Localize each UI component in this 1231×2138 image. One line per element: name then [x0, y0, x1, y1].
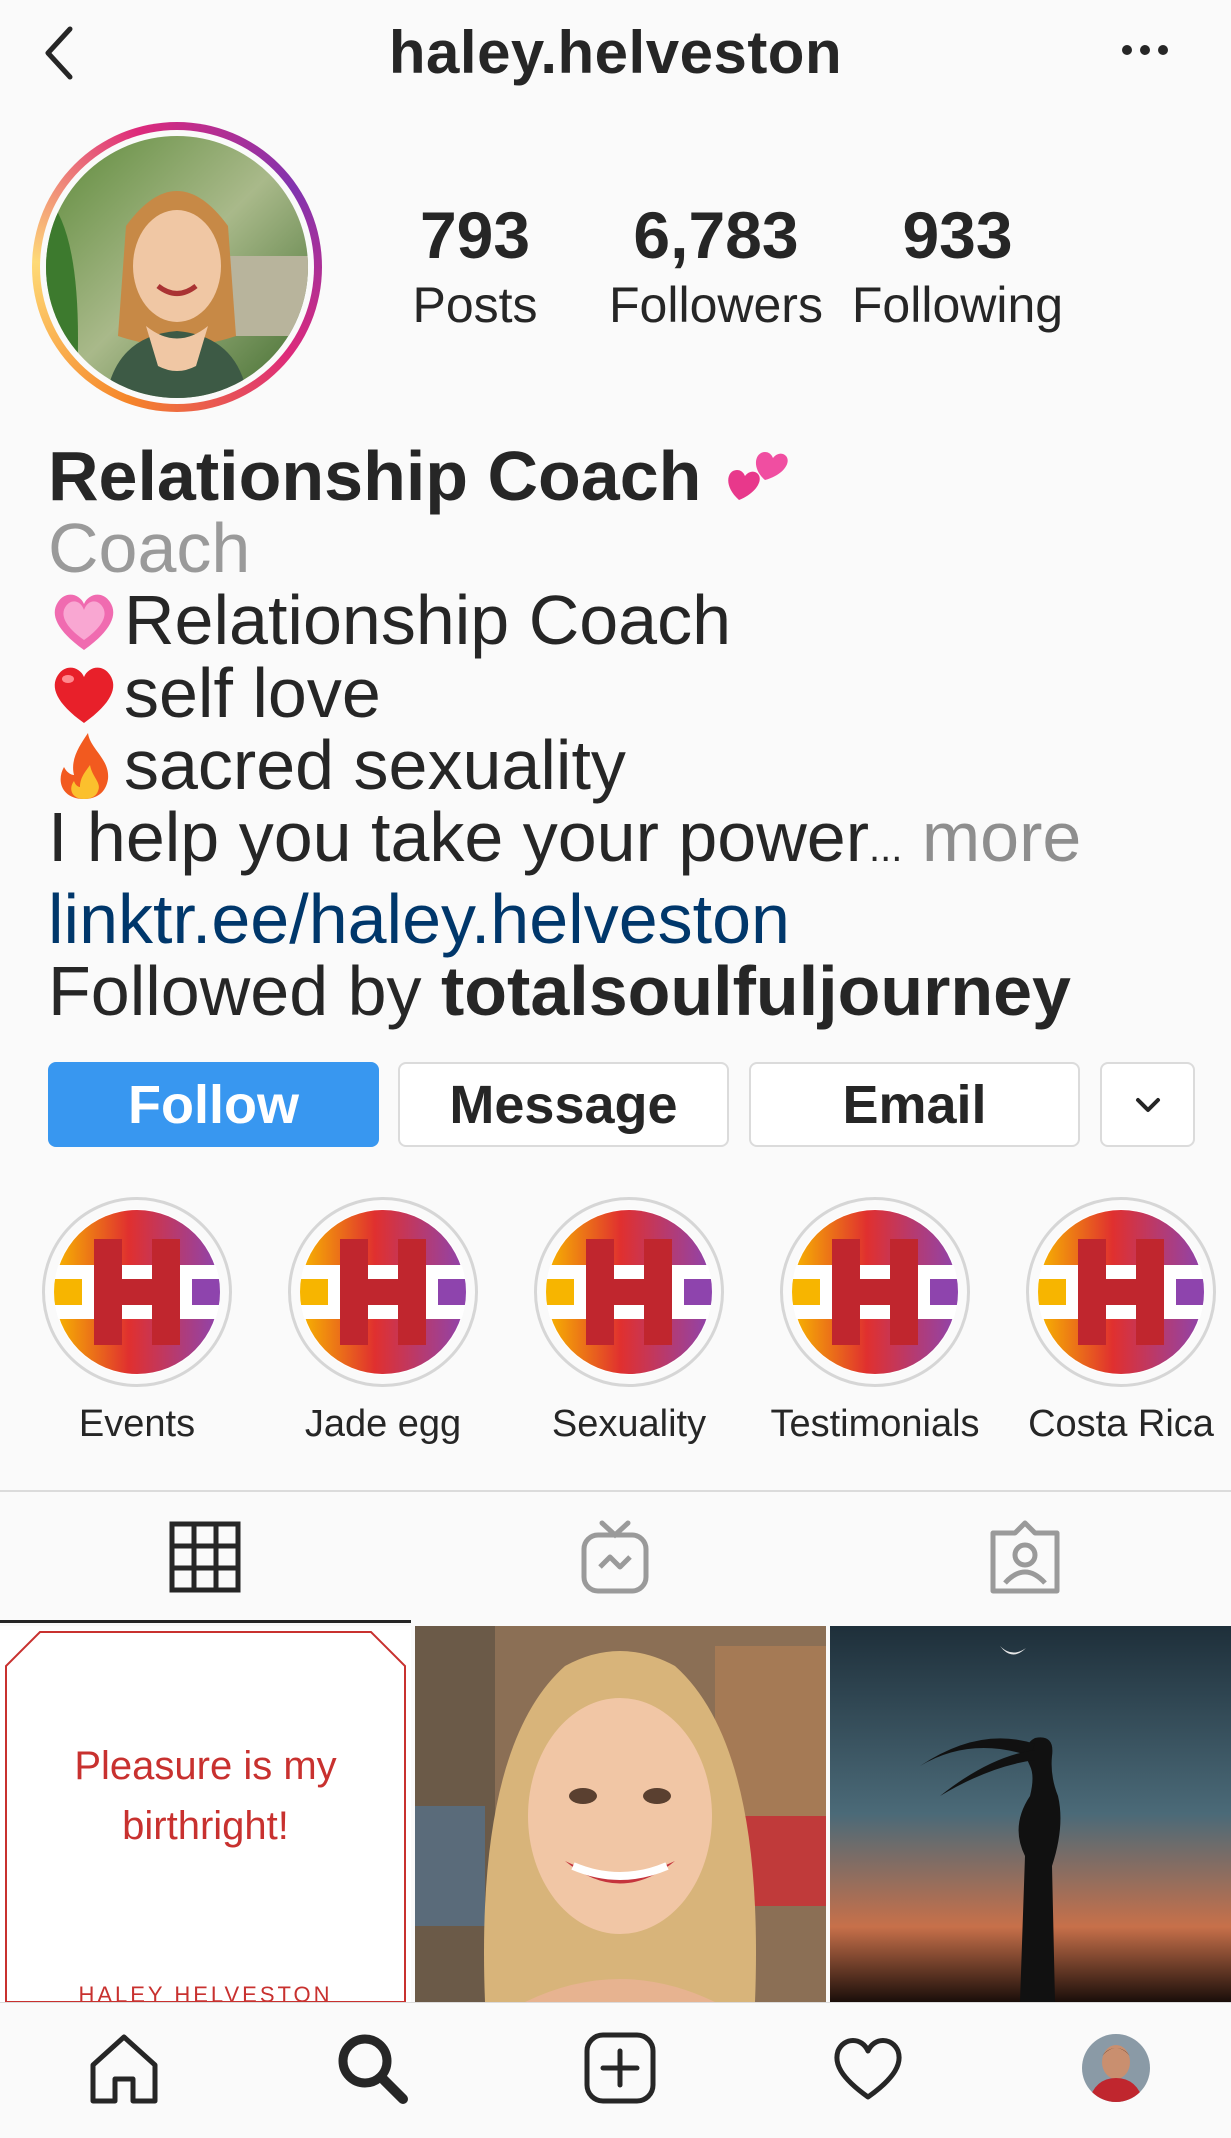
bio-truncated-text: I help you take your power — [48, 797, 870, 876]
highlight-label: Events — [78, 1403, 196, 1445]
highlight-label: Testimonials — [770, 1403, 980, 1445]
post-quote-line-2: birthright! — [122, 1804, 289, 1848]
highlight-label: Jade egg — [304, 1403, 462, 1445]
profile-bio: Relationship Coach Coach Relationship Co… — [48, 440, 1198, 1027]
message-button[interactable]: Message — [398, 1062, 729, 1147]
new-post-icon — [584, 2032, 656, 2104]
nav-new-post[interactable] — [570, 2018, 670, 2118]
red-heart-icon — [54, 667, 114, 723]
two-hearts-icon — [728, 452, 788, 500]
post-quote-line-1: Pleasure is my — [74, 1744, 337, 1788]
followed-by-user: totalsoulfuljourney — [440, 951, 1071, 1030]
chevron-down-icon — [1135, 1097, 1160, 1112]
tab-active-indicator — [0, 1620, 411, 1623]
tab-igtv[interactable] — [410, 1492, 820, 1622]
followers-count: 6,783 — [633, 198, 799, 272]
bio-more-link[interactable]: more — [922, 798, 1081, 876]
nav-profile[interactable] — [1066, 2018, 1166, 2118]
posts-stat[interactable]: 793 Posts — [395, 195, 555, 335]
nav-activity[interactable] — [818, 2018, 918, 2118]
following-stat[interactable]: 933 Following — [845, 195, 1070, 335]
nav-search[interactable] — [322, 2018, 422, 2118]
profile-header: haley.helveston — [0, 0, 1231, 120]
posts-label: Posts — [412, 277, 538, 333]
highlight-label: Costa Rica — [1028, 1403, 1214, 1445]
nav-home[interactable] — [74, 2018, 174, 2118]
post-thumbnail-quote[interactable]: Pleasure is my birthright! HALEY HELVEST… — [0, 1626, 411, 2002]
profile-category: Coach — [48, 508, 251, 587]
followed-by-prefix: Followed by — [48, 951, 441, 1030]
hh-logo-icon — [1038, 1209, 1204, 1375]
posts-count: 793 — [419, 198, 531, 272]
post-quote-footer: HALEY HELVESTON — [78, 1982, 333, 2002]
profile-avatar-icon — [1082, 2034, 1150, 2102]
hh-logo-icon — [54, 1209, 220, 1375]
growing-heart-icon — [54, 594, 114, 650]
follow-button[interactable]: Follow — [48, 1062, 379, 1147]
following-count: 933 — [902, 198, 1013, 272]
post-thumbnail-silhouette[interactable] — [830, 1626, 1231, 2002]
fire-icon — [60, 733, 109, 799]
tagged-icon — [990, 1520, 1060, 1594]
post-thumbnail-portrait[interactable] — [415, 1626, 826, 2002]
email-button[interactable]: Email — [749, 1062, 1080, 1147]
followers-stat[interactable]: 6,783 Followers — [605, 195, 827, 335]
hh-logo-icon — [792, 1209, 958, 1375]
grid-icon — [169, 1521, 241, 1593]
hh-logo-icon — [546, 1209, 712, 1375]
profile-username: haley.helveston — [388, 19, 843, 86]
activity-heart-icon — [834, 2038, 902, 2100]
followers-label: Followers — [609, 277, 823, 333]
search-icon — [338, 2034, 408, 2104]
tab-grid[interactable] — [0, 1492, 410, 1622]
bio-ellipsis: ... — [869, 825, 903, 870]
hh-logo-icon — [300, 1209, 466, 1375]
home-icon — [90, 2034, 158, 2104]
more-options-button[interactable] — [1115, 20, 1175, 80]
following-label: Following — [851, 277, 1064, 333]
more-horizontal-icon — [1122, 45, 1168, 55]
tab-tagged[interactable] — [820, 1492, 1230, 1622]
bio-website-link[interactable]: linktr.ee/haley.helveston — [48, 883, 1198, 956]
igtv-icon — [581, 1520, 649, 1594]
bio-line-relationship-coach: Relationship Coach — [124, 581, 732, 659]
profile-display-name: Relationship Coach — [48, 437, 702, 515]
profile-avatar — [46, 136, 308, 398]
profile-avatar-story-ring[interactable] — [32, 122, 322, 412]
followed-by[interactable]: Followed by totalsoulfuljourney — [48, 955, 1198, 1028]
bio-line-self-love: self love — [124, 653, 381, 732]
suggested-accounts-dropdown[interactable] — [1100, 1062, 1195, 1147]
bio-line-sacred-sexuality: sacred sexuality — [124, 726, 626, 804]
highlight-label: Sexuality — [551, 1403, 707, 1445]
